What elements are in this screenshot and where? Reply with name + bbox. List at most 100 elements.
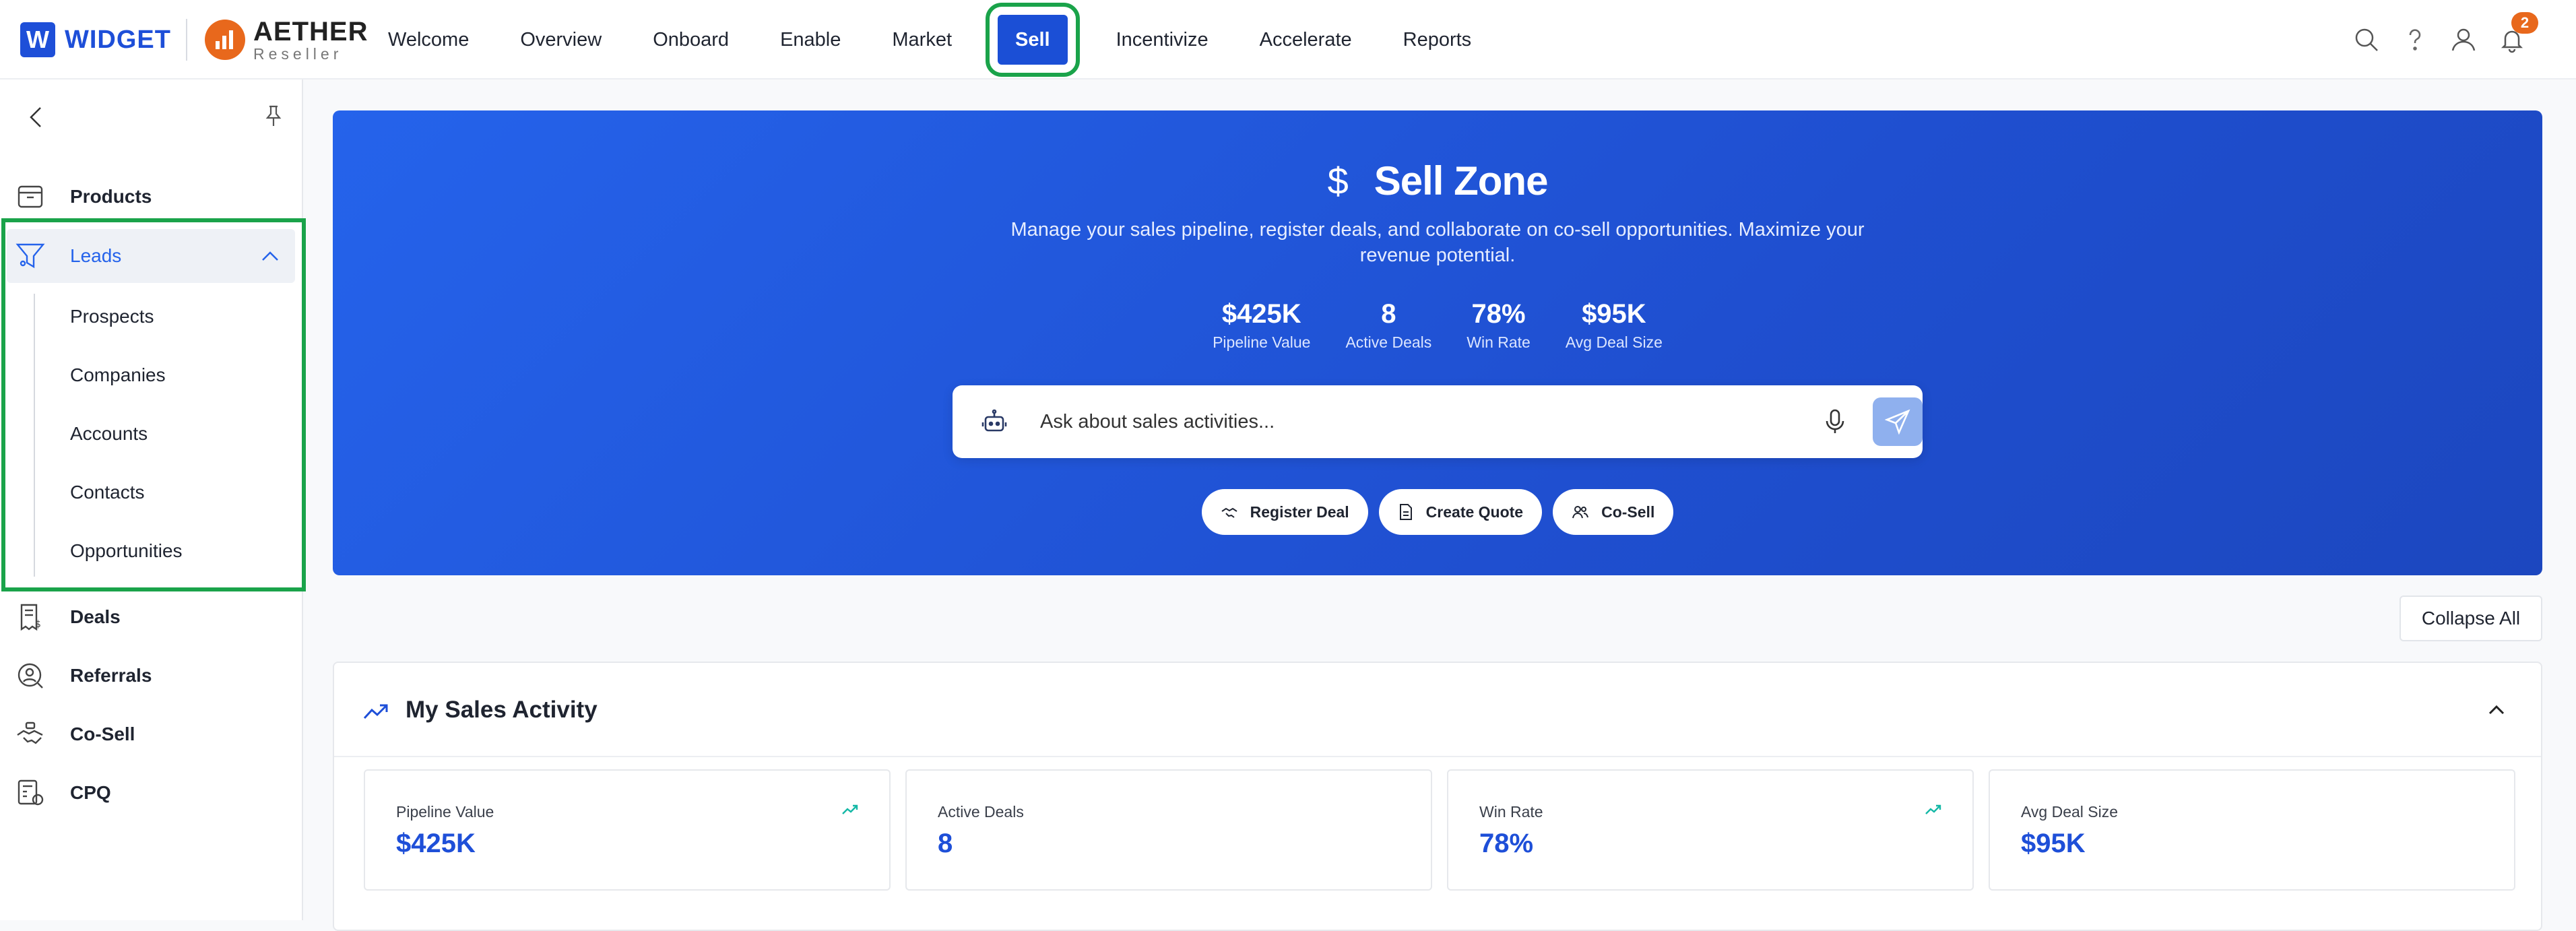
svg-text:$: $ [35,619,41,630]
top-icons: 2 [2338,12,2538,59]
stat-value: $95K [1582,299,1646,329]
sales-activity-title: My Sales Activity [406,697,598,723]
chevron-up-icon[interactable] [2484,698,2511,725]
hero-stat: $95K Avg Deal Size [1566,299,1663,352]
metric-card[interactable]: Avg Deal Size $95K [1989,769,2515,891]
create-quote-label: Create Quote [1425,503,1524,521]
top-bar: W WIDGET AETHER Reseller Welcome Overvie… [0,0,2576,79]
sell-zone-hero: $ Sell Zone Manage your sales pipeline, … [333,110,2542,575]
leads-highlight [1,218,306,591]
hero-stats: $425K Pipeline Value 8 Active Deals 78% … [333,299,2542,352]
co-sell-label: Co-Sell [1601,503,1655,521]
nav-sell[interactable]: Sell [986,3,1080,77]
quick-actions: Register Deal Create Quote Co-Sell [333,489,2542,535]
stat-label: Pipeline Value [1213,333,1311,351]
widget-logo-mark: W [20,22,55,57]
notification-badge: 2 [2511,12,2538,34]
stat-value: 78% [1471,299,1526,329]
handshake-dollar-icon [15,719,46,750]
user-search-icon [15,660,46,691]
nav-incentivize[interactable]: Incentivize [1105,15,1219,65]
metric-card[interactable]: Active Deals 8 [905,769,1432,891]
microphone-icon[interactable] [1820,407,1850,437]
trending-up-icon [362,698,389,725]
stat-label: Active Deals [1345,333,1432,351]
hero-stat: 78% Win Rate [1467,299,1531,352]
aether-logo-icon [205,20,245,60]
aether-logo[interactable]: AETHER Reseller [205,18,368,62]
aether-logo-text: AETHER Reseller [253,18,368,62]
sidebar-subitem-opportunities[interactable]: Opportunities [70,540,183,562]
hero-stat: $425K Pipeline Value [1213,299,1310,352]
metric-label: Active Deals [938,803,1024,821]
calculator-gear-icon [15,777,46,808]
sidebar-item-label: Referrals [70,665,152,686]
hero-description: Manage your sales pipeline, register dea… [1010,219,1865,266]
sidebar-subitem-companies[interactable]: Companies [70,364,166,386]
nav-overview[interactable]: Overview [509,15,612,65]
ask-input[interactable] [1039,402,1780,442]
nav-reports[interactable]: Reports [1392,15,1483,65]
sidebar-item-label: CPQ [70,782,111,803]
sidebar-subitem-accounts[interactable]: Accounts [70,423,148,445]
hero-title: $ Sell Zone [333,158,2542,204]
bot-icon [981,408,1008,435]
sidebar-subitem-prospects[interactable]: Prospects [70,306,154,327]
logo-divider [186,19,187,61]
metric-value: 78% [1479,829,1534,858]
metric-label: Pipeline Value [396,803,494,821]
metric-value: 8 [938,829,953,858]
metric-card[interactable]: Pipeline Value $425K [364,769,891,891]
help-icon[interactable] [2395,20,2435,59]
stat-label: Win Rate [1467,333,1531,351]
sidebar-subitem-contacts[interactable]: Contacts [70,482,145,503]
user-icon[interactable] [2444,20,2483,59]
register-deal-label: Register Deal [1250,503,1349,521]
sidebar-item-referrals[interactable]: Referrals [0,649,303,703]
stat-label: Avg Deal Size [1565,333,1663,351]
trending-up-icon [1924,800,1943,819]
create-quote-button[interactable]: Create Quote [1378,489,1543,535]
main-nav: Welcome Overview Onboard Enable Market S… [377,0,1512,79]
hero-title-text: Sell Zone [1374,158,1549,203]
send-button[interactable] [1873,397,1923,446]
co-sell-button[interactable]: Co-Sell [1553,489,1674,535]
widget-logo[interactable]: W WIDGET [20,22,171,57]
sales-activity-panel: My Sales Activity Pipeline Value $425K A… [333,662,2542,931]
sales-activity-header[interactable]: My Sales Activity [334,663,2541,757]
pin-icon[interactable] [257,100,290,132]
bell-icon[interactable]: 2 [2492,12,2538,59]
receipt-dollar-icon: $ [15,602,46,633]
aether-name: AETHER [253,16,368,46]
nav-accelerate[interactable]: Accelerate [1249,15,1363,65]
submenu-guide-line [34,294,35,577]
collapse-all-button[interactable]: Collapse All [2400,596,2542,641]
sidebar-item-deals[interactable]: $ Deals [0,590,303,644]
sidebar-item-label: Co-Sell [70,724,135,744]
nav-market[interactable]: Market [881,15,963,65]
ask-bar [953,385,1923,458]
chevron-left-icon[interactable] [20,101,53,133]
register-deal-button[interactable]: Register Deal [1201,489,1368,535]
sidebar-item-label: Deals [70,606,121,627]
search-icon[interactable] [2347,20,2386,59]
dollar-icon: $ [1327,160,1349,202]
sidebar-item-label: Products [70,186,152,207]
stat-value: 8 [1381,299,1396,329]
metric-label: Win Rate [1479,803,1543,821]
sidebar-item-products[interactable]: Products [0,170,303,224]
stat-value: $425K [1221,299,1301,329]
nav-welcome[interactable]: Welcome [377,15,480,65]
trending-up-icon [841,800,860,819]
metric-label: Avg Deal Size [2021,803,2119,821]
metric-card[interactable]: Win Rate 78% [1447,769,1974,891]
nav-enable[interactable]: Enable [769,15,851,65]
sidebar-item-co-sell[interactable]: Co-Sell [0,707,303,761]
metric-value: $95K [2021,829,2086,858]
sidebar: Products Leads Prospects Companies Accou… [0,79,306,920]
box-icon [15,181,46,212]
widget-logo-text: WIDGET [65,25,171,54]
hero-stat: 8 Active Deals [1345,299,1431,352]
sidebar-item-cpq[interactable]: CPQ [0,766,303,820]
nav-onboard[interactable]: Onboard [642,15,740,65]
